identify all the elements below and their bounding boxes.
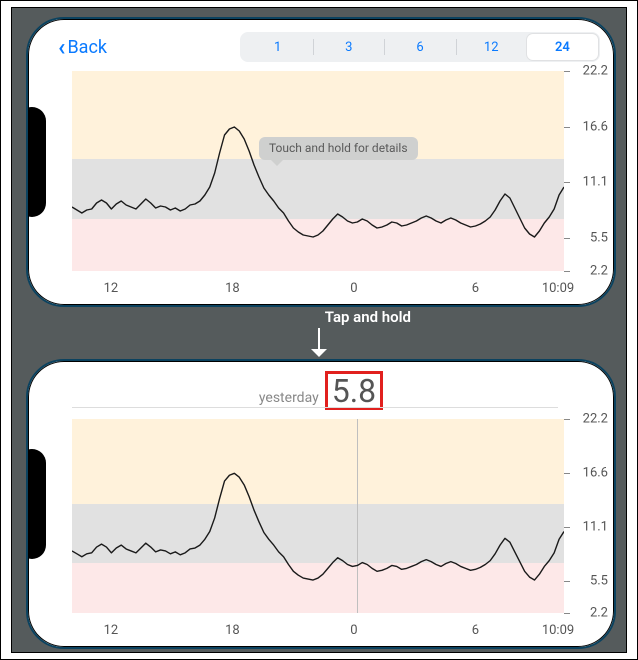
y-tick-label: 16.6 [583,466,608,481]
x-tick-label: 12 [104,281,119,296]
x-tick-label: 6 [472,281,479,296]
y-tick-label: 22.2 [583,412,608,427]
readout-value: 5.8 [332,372,376,410]
nav-bar: ‹ Back 1 3 6 12 24 [58,27,600,67]
segment-12h[interactable]: 12 [456,34,527,60]
phone-after: yesterday 5.8 22.2 16.6 11.1 5.5 2.2 12 18 0 6 1… [26,359,616,649]
x-tick-label: 10:09 [542,281,574,296]
readout-label: yesterday [259,390,319,406]
time-range-segmented: 1 3 6 12 24 [240,32,600,62]
y-tick-label: 11.1 [583,519,608,534]
segment-24h[interactable]: 24 [527,34,598,60]
x-tick-label: 0 [350,623,357,638]
chevron-left-icon: ‹ [58,35,65,59]
back-button[interactable]: ‹ Back [58,35,107,59]
y-axis-labels: 22.216.611.15.52.2 [570,419,610,613]
x-axis-labels: 12180610:09 [72,623,558,641]
device-notch [26,107,46,217]
x-tick-label: 12 [104,623,119,638]
segment-1h[interactable]: 1 [242,34,313,60]
annotation: Tap and hold [219,308,419,356]
y-tick-label: 2.2 [590,606,608,621]
x-tick-label: 0 [350,281,357,296]
y-tick-label: 5.5 [590,573,608,588]
segment-6h[interactable]: 6 [384,34,455,60]
y-tick-label: 11.1 [583,175,608,190]
x-tick-label: 10:09 [542,623,574,638]
segment-3h[interactable]: 3 [313,34,384,60]
y-tick-label: 5.5 [590,231,608,246]
chart-line [72,419,564,613]
y-tick-label: 2.2 [590,264,608,279]
arrow-down-icon [318,328,320,356]
x-tick-label: 18 [225,281,240,296]
x-tick-label: 6 [472,623,479,638]
phone-before: ‹ Back 1 3 6 12 24 Touch and hold [26,17,616,307]
device-notch [26,449,46,559]
readout-underline [72,407,558,408]
y-axis-labels: 22.216.611.15.52.2 [570,71,610,271]
readout-header: yesterday 5.8 [28,371,614,410]
readout-highlight: 5.8 [325,371,383,410]
y-tick-label: 16.6 [583,120,608,135]
chart-area-bottom[interactable] [64,419,600,637]
annotation-label: Tap and hold [325,308,411,326]
back-label: Back [67,37,107,58]
chart-area-top[interactable]: Touch and hold for details [64,71,600,295]
x-tick-label: 18 [225,623,240,638]
x-axis-labels: 12180610:09 [72,281,558,299]
chart-line [72,71,564,271]
y-tick-label: 22.2 [583,64,608,79]
